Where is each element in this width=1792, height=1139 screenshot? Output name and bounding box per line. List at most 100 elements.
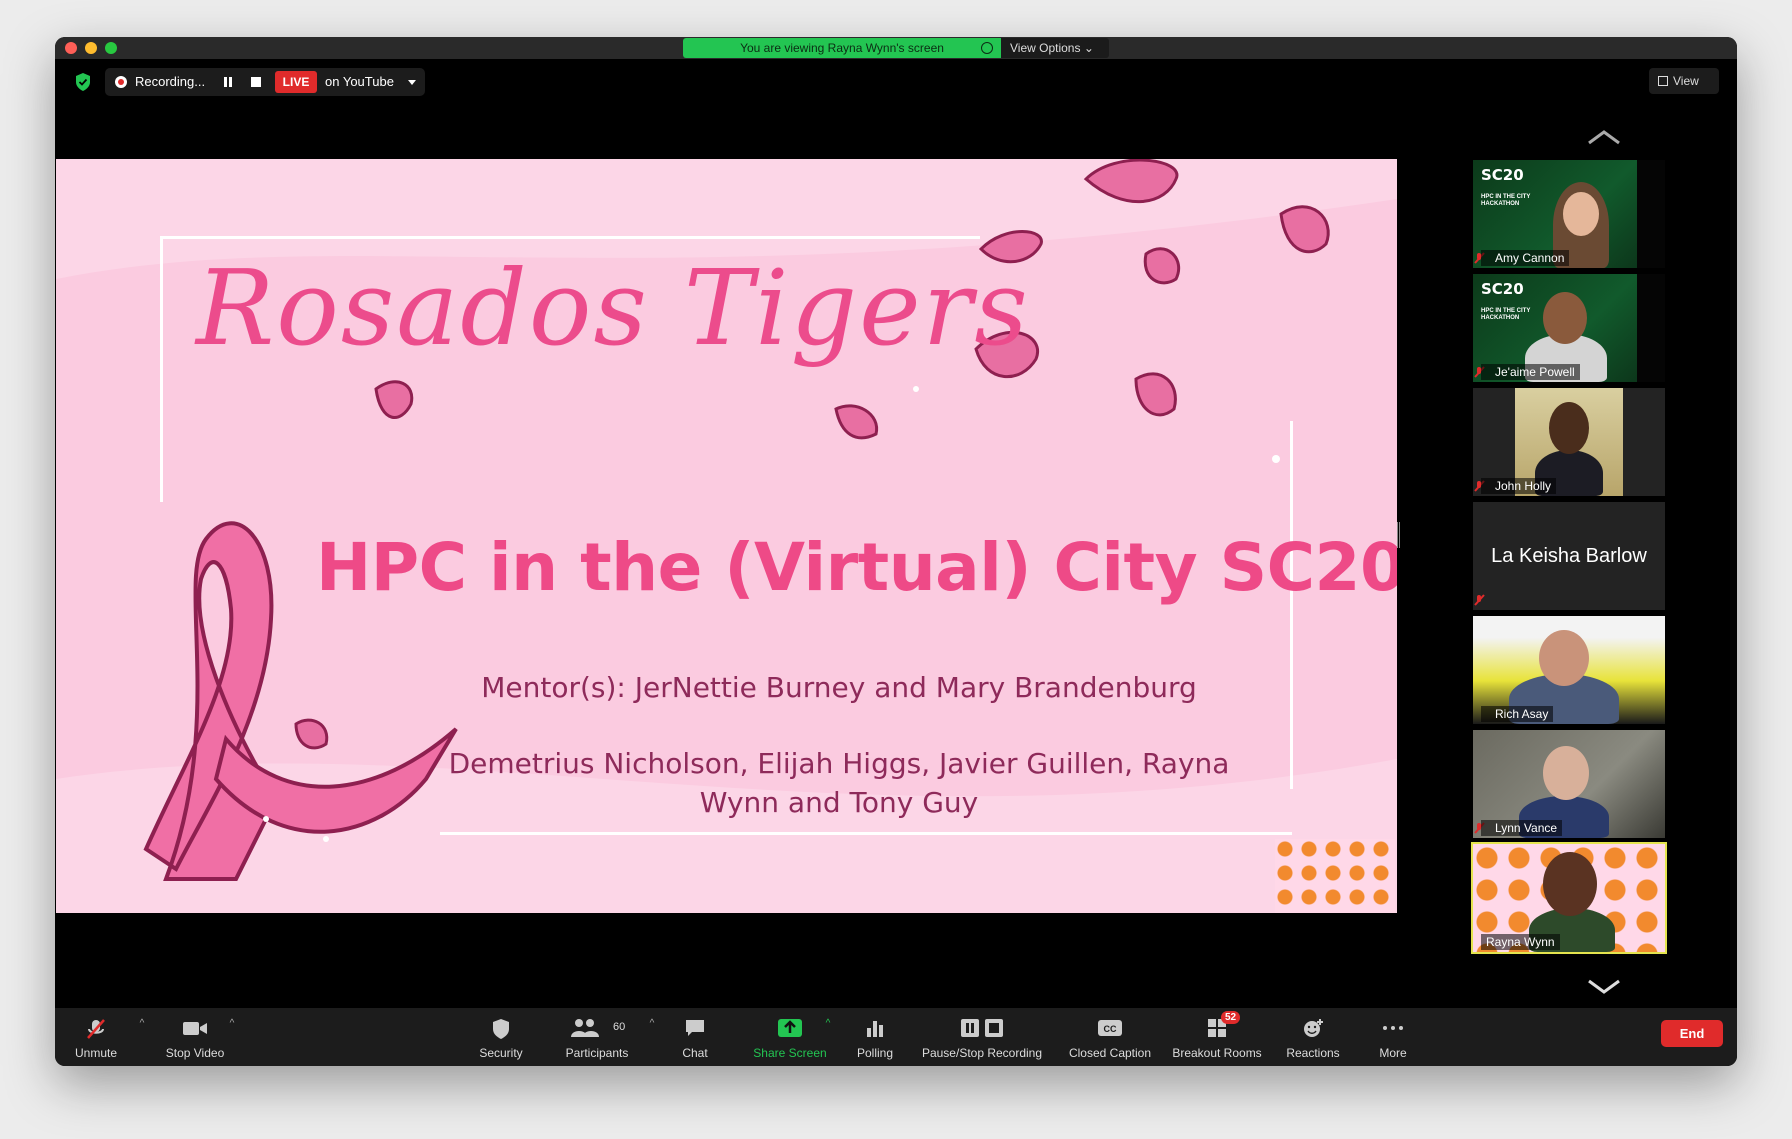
participant-tile[interactable]: Lynn Vance <box>1473 730 1665 838</box>
info-icon[interactable] <box>981 42 993 54</box>
team-name-heading: Rosados Tigers <box>196 247 1030 369</box>
participants-options-chevron[interactable]: ^ <box>641 1008 655 1066</box>
participant-tile[interactable]: SC20 HPC IN THE CITY HACKATHON Amy Canno… <box>1473 160 1665 268</box>
recording-status-bar: Recording... LIVE on YouTube <box>105 68 425 96</box>
chat-button[interactable]: Chat <box>665 1008 725 1066</box>
breakout-count-badge: 52 <box>1221 1011 1241 1024</box>
slide-frame-line <box>160 236 163 502</box>
security-button[interactable]: Security <box>466 1008 536 1066</box>
slide-frame-line <box>160 236 980 239</box>
view-options-label: View Options <box>1010 41 1081 55</box>
participant-name: Amy Cannon <box>1481 250 1570 266</box>
closed-caption-label: Closed Caption <box>1068 1046 1152 1060</box>
sc20-subtitle-line: HPC IN THE CITY <box>1481 194 1531 200</box>
tiger-pattern-image <box>1275 839 1395 913</box>
breakout-rooms-button[interactable]: 52 Breakout Rooms <box>1165 1008 1269 1066</box>
close-window-button[interactable] <box>65 42 77 54</box>
participant-name: Rich Asay <box>1481 706 1554 722</box>
participant-tile[interactable]: La Keisha Barlow <box>1473 502 1665 610</box>
stream-target-label[interactable]: on YouTube <box>325 68 394 96</box>
pause-stop-recording-label: Pause/Stop Recording <box>921 1046 1043 1060</box>
more-button[interactable]: More <box>1363 1008 1423 1066</box>
sponsor-strip <box>1637 160 1665 268</box>
sc20-subtitle-line: HACKATHON <box>1481 201 1520 207</box>
chevron-up-icon: ^ <box>649 1018 655 1029</box>
participants-count: 60 <box>613 1021 626 1033</box>
team-members-text: Demetrius Nicholson, Elijah Higgs, Javie… <box>434 744 1244 822</box>
participant-avatar <box>1539 630 1589 686</box>
end-meeting-button[interactable]: End <box>1661 1020 1723 1047</box>
shield-icon[interactable] <box>75 73 91 91</box>
video-camera-icon <box>183 1022 207 1035</box>
pause-recording-icon[interactable] <box>223 77 233 87</box>
reactions-button[interactable]: Reactions <box>1277 1008 1349 1066</box>
sc20-logo: SC20 <box>1481 166 1524 184</box>
participant-avatar <box>1549 402 1589 454</box>
sc20-subtitle: HPC IN THE CITY HACKATHON <box>1481 308 1530 322</box>
shared-screen-slide: Rosados Tigers HPC in the (Virtual) City… <box>56 159 1397 913</box>
chat-label: Chat <box>682 1046 708 1060</box>
participants-button[interactable]: 60 Participants <box>557 1008 637 1066</box>
security-label: Security <box>479 1046 523 1060</box>
video-options-chevron[interactable]: ^ <box>221 1008 235 1066</box>
view-label: View <box>1673 74 1699 88</box>
pause-stop-recording-button[interactable]: Pause/Stop Recording <box>917 1008 1047 1066</box>
more-dots-icon <box>1383 1026 1403 1030</box>
participant-tile[interactable]: Rich Asay <box>1473 616 1665 724</box>
unmute-label: Unmute <box>74 1046 118 1060</box>
chevron-up-icon: ^ <box>825 1018 831 1029</box>
participant-avatar <box>1543 852 1597 916</box>
sc20-subtitle-line: HACKATHON <box>1481 315 1520 321</box>
unmute-button[interactable]: Unmute <box>61 1008 131 1066</box>
recording-label: Recording... <box>135 74 206 89</box>
participants-icon <box>571 1019 599 1037</box>
fullscreen-window-button[interactable] <box>105 42 117 54</box>
muted-mic-icon <box>1474 594 1485 606</box>
stop-recording-icon[interactable] <box>251 77 261 87</box>
sc20-subtitle: HPC IN THE CITY HACKATHON <box>1481 194 1530 208</box>
view-options-button[interactable]: View Options ⌄ <box>1001 38 1109 58</box>
slide-frame-line <box>440 832 1292 835</box>
gallery-scroll-down-icon[interactable] <box>1587 979 1621 995</box>
recording-icon <box>115 76 127 88</box>
chevron-down-icon[interactable] <box>408 80 416 85</box>
breakout-rooms-label: Breakout Rooms <box>1172 1046 1262 1060</box>
sponsor-strip <box>1637 274 1665 382</box>
svg-text:CC: CC <box>1104 1024 1117 1034</box>
participant-name: La Keisha Barlow <box>1491 545 1647 567</box>
participant-tile-active-speaker[interactable]: Rayna Wynn <box>1471 842 1667 954</box>
zoom-window: You are viewing Rayna Wynn's screen View… <box>55 37 1737 1066</box>
participants-label: Participants <box>565 1046 629 1060</box>
minimize-window-button[interactable] <box>85 42 97 54</box>
shield-icon <box>493 1019 509 1039</box>
participant-avatar <box>1563 192 1599 236</box>
view-button[interactable]: View <box>1649 68 1719 94</box>
viewing-screen-text: You are viewing Rayna Wynn's screen <box>740 41 944 55</box>
title-bar: You are viewing Rayna Wynn's screen View… <box>55 37 1737 59</box>
chevron-down-icon: ⌄ <box>1083 41 1094 55</box>
team-members-line: Demetrius Nicholson, Elijah Higgs, Javie… <box>448 747 1230 780</box>
chat-bubble-icon <box>686 1020 704 1036</box>
polling-button[interactable]: Polling <box>840 1008 910 1066</box>
audio-options-chevron[interactable]: ^ <box>131 1008 145 1066</box>
participant-name: Rayna Wynn <box>1481 934 1560 950</box>
participant-tile[interactable]: SC20 HPC IN THE CITY HACKATHON Je'aime P… <box>1473 274 1665 382</box>
gallery-scroll-up-icon[interactable] <box>1587 129 1621 145</box>
pause-stop-icon <box>961 1019 1003 1037</box>
sc20-subtitle-line: HPC IN THE CITY <box>1481 308 1531 314</box>
panel-resize-handle[interactable] <box>1397 522 1400 548</box>
reactions-label: Reactions <box>1286 1046 1340 1060</box>
chevron-up-icon: ^ <box>139 1018 145 1029</box>
meeting-controls-toolbar: Unmute ^ Stop Video ^ Security 60 Partic… <box>55 1008 1737 1066</box>
participant-name: Lynn Vance <box>1481 820 1563 836</box>
participant-tile[interactable]: John Holly <box>1473 388 1665 496</box>
participant-avatar <box>1543 292 1587 344</box>
more-label: More <box>1379 1046 1407 1060</box>
slide-title: HPC in the (Virtual) City SC20 <box>316 529 1397 606</box>
closed-caption-button[interactable]: CC Closed Caption <box>1062 1008 1158 1066</box>
viewing-screen-banner: You are viewing Rayna Wynn's screen <box>683 38 1001 58</box>
team-members-line: Wynn and Tony Guy <box>699 786 979 819</box>
mentors-text: Mentor(s): JerNettie Burney and Mary Bra… <box>481 671 1197 704</box>
share-options-chevron[interactable]: ^ <box>817 1008 831 1066</box>
participant-name: John Holly <box>1481 478 1557 494</box>
